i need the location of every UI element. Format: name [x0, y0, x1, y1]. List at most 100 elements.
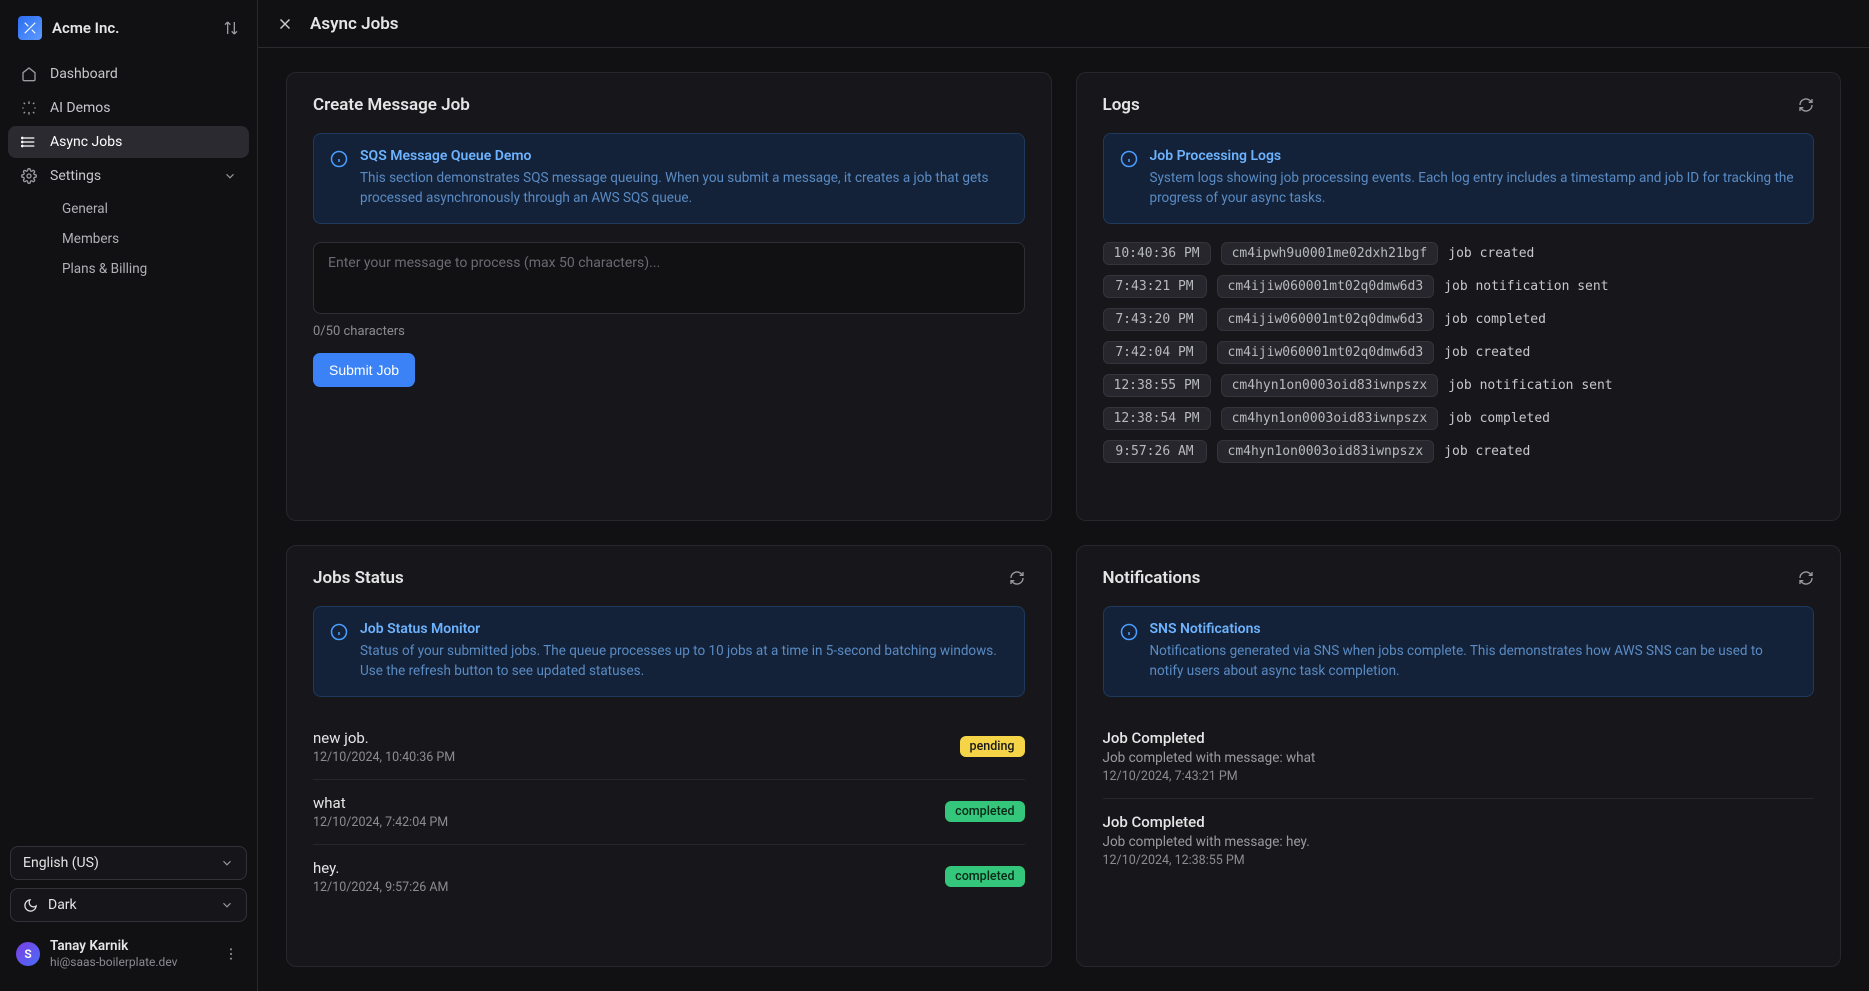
- log-message: job completed: [1448, 411, 1550, 426]
- message-input[interactable]: [313, 242, 1025, 314]
- card-title: Notifications: [1103, 568, 1201, 588]
- log-id: cm4ijiw060001mt02q0dmw6d3: [1217, 275, 1435, 298]
- info-title: SNS Notifications: [1150, 621, 1798, 637]
- log-row: 9:57:26 AM cm4hyn1on0003oid83iwnpszx job c…: [1103, 440, 1815, 463]
- notification-time: 12/10/2024, 7:43:21 PM: [1103, 769, 1815, 784]
- sparkle-icon: [20, 100, 38, 116]
- sort-swap-icon[interactable]: [223, 20, 239, 36]
- logs-card: Logs Job Processing Logs System logs sho…: [1076, 72, 1842, 521]
- log-id: cm4hyn1on0003oid83iwnpszx: [1217, 440, 1435, 463]
- topbar: Async Jobs: [258, 0, 1869, 48]
- log-row: 7:43:21 PM cm4ijiw060001mt02q0dmw6d3 job n…: [1103, 275, 1815, 298]
- sidebar: Acme Inc. Dashboard AI Demos: [0, 0, 258, 991]
- log-time: 12:38:54 PM: [1103, 407, 1211, 430]
- log-id: cm4hyn1on0003oid83iwnpszx: [1221, 407, 1439, 430]
- refresh-icon[interactable]: [1798, 570, 1814, 586]
- job-timestamp: 12/10/2024, 10:40:36 PM: [313, 750, 455, 765]
- jobs-status-card: Jobs Status Job Status Monitor Status of…: [286, 545, 1052, 967]
- log-message: job created: [1444, 444, 1530, 459]
- info-title: SQS Message Queue Demo: [360, 148, 1008, 164]
- log-message: job created: [1448, 246, 1534, 261]
- info-box: SNS Notifications Notifications generate…: [1103, 606, 1815, 697]
- notification-row: Job CompletedJob completed with message:…: [1103, 715, 1815, 799]
- theme-label: Dark: [48, 897, 77, 913]
- info-title: Job Processing Logs: [1150, 148, 1798, 164]
- refresh-icon[interactable]: [1009, 570, 1025, 586]
- sidebar-item-async-jobs[interactable]: Async Jobs: [8, 126, 249, 158]
- sidebar-item-ai-demos[interactable]: AI Demos: [8, 92, 249, 124]
- job-title: hey.: [313, 859, 448, 877]
- sidebar-item-label: Settings: [50, 168, 101, 184]
- main: Async Jobs Create Message Job SQS Messag…: [258, 0, 1869, 991]
- log-row: 7:43:20 PM cm4ijiw060001mt02q0dmw6d3 job c…: [1103, 308, 1815, 331]
- status-badge: completed: [945, 866, 1024, 887]
- job-title: new job.: [313, 729, 455, 747]
- info-box: Job Status Monitor Status of your submit…: [313, 606, 1025, 697]
- notifications-card: Notifications SNS Notifications Notifica…: [1076, 545, 1842, 967]
- language-selector[interactable]: English (US): [10, 846, 247, 880]
- notification-row: Job CompletedJob completed with message:…: [1103, 799, 1815, 882]
- status-badge: completed: [945, 801, 1024, 822]
- language-label: English (US): [23, 855, 99, 871]
- notification-title: Job Completed: [1103, 813, 1815, 831]
- job-timestamp: 12/10/2024, 9:57:26 AM: [313, 880, 448, 895]
- info-desc: System logs showing job processing event…: [1150, 168, 1798, 209]
- notification-time: 12/10/2024, 12:38:55 PM: [1103, 853, 1815, 868]
- sidebar-item-settings[interactable]: Settings: [8, 160, 249, 192]
- log-row: 12:38:55 PMcm4hyn1on0003oid83iwnpszxjob …: [1103, 374, 1815, 397]
- page-title: Async Jobs: [310, 14, 399, 34]
- refresh-icon[interactable]: [1798, 97, 1814, 113]
- card-title: Logs: [1103, 95, 1140, 115]
- sidebar-item-billing[interactable]: Plans & Billing: [50, 254, 249, 284]
- sidebar-item-label: General: [62, 201, 108, 217]
- sidebar-item-dashboard[interactable]: Dashboard: [8, 58, 249, 90]
- org-switcher[interactable]: Acme Inc.: [8, 10, 249, 52]
- log-id: cm4hyn1on0003oid83iwnpszx: [1221, 374, 1439, 397]
- info-icon: [330, 623, 348, 682]
- log-time: 9:57:26 AM: [1103, 440, 1207, 463]
- chevron-down-icon: [223, 169, 237, 183]
- sidebar-item-label: Plans & Billing: [62, 261, 147, 277]
- sidebar-item-members[interactable]: Members: [50, 224, 249, 254]
- sidebar-item-general[interactable]: General: [50, 194, 249, 224]
- avatar: S: [16, 942, 40, 966]
- more-vertical-icon[interactable]: [223, 946, 239, 962]
- info-icon: [1120, 623, 1138, 682]
- user-email: hi@saas-boilerplate.dev: [50, 955, 177, 969]
- theme-selector[interactable]: Dark: [10, 888, 247, 922]
- log-row: 12:38:54 PM cm4hyn1on0003oid83iwnpszx job …: [1103, 407, 1815, 430]
- chevron-down-icon: [220, 856, 234, 870]
- info-icon: [330, 150, 348, 209]
- log-message: job created: [1444, 345, 1530, 360]
- job-timestamp: 12/10/2024, 7:42:04 PM: [313, 815, 448, 830]
- chevron-down-icon: [220, 898, 234, 912]
- submit-job-button[interactable]: Submit Job: [313, 353, 415, 387]
- log-message: job completed: [1444, 312, 1546, 327]
- log-message: job notification sent: [1444, 279, 1608, 294]
- log-time: 7:43:20 PM: [1103, 308, 1207, 331]
- log-time: 12:38:55 PM: [1103, 374, 1211, 397]
- log-id: cm4ipwh9u0001me02dxh21bgf: [1221, 242, 1439, 265]
- org-name: Acme Inc.: [52, 19, 119, 37]
- stack-icon: [20, 134, 38, 150]
- gear-icon: [20, 168, 38, 184]
- job-row: new job. 12/10/2024, 10:40:36 PM pending: [313, 715, 1025, 780]
- sidebar-item-label: AI Demos: [50, 100, 111, 116]
- status-badge: pending: [960, 736, 1025, 757]
- sidebar-item-label: Async Jobs: [50, 134, 122, 150]
- log-time: 10:40:36 PM: [1103, 242, 1211, 265]
- job-title: what: [313, 794, 448, 812]
- user-profile[interactable]: S Tanay Karnik hi@saas-boilerplate.dev: [10, 930, 247, 977]
- char-count: 0/50 characters: [313, 324, 1025, 339]
- create-message-job-card: Create Message Job SQS Message Queue Dem…: [286, 72, 1052, 521]
- moon-icon: [23, 898, 38, 913]
- sidebar-item-label: Dashboard: [50, 66, 118, 82]
- log-id: cm4ijiw060001mt02q0dmw6d3: [1217, 308, 1435, 331]
- log-time: 7:42:04 PM: [1103, 341, 1207, 364]
- info-box: SQS Message Queue Demo This section demo…: [313, 133, 1025, 224]
- notification-desc: Job completed with message: what: [1103, 750, 1815, 766]
- job-row: hey. 12/10/2024, 9:57:26 AM completed: [313, 845, 1025, 909]
- log-time: 7:43:21 PM: [1103, 275, 1207, 298]
- close-icon[interactable]: [276, 15, 294, 33]
- log-id: cm4ijiw060001mt02q0dmw6d3: [1217, 341, 1435, 364]
